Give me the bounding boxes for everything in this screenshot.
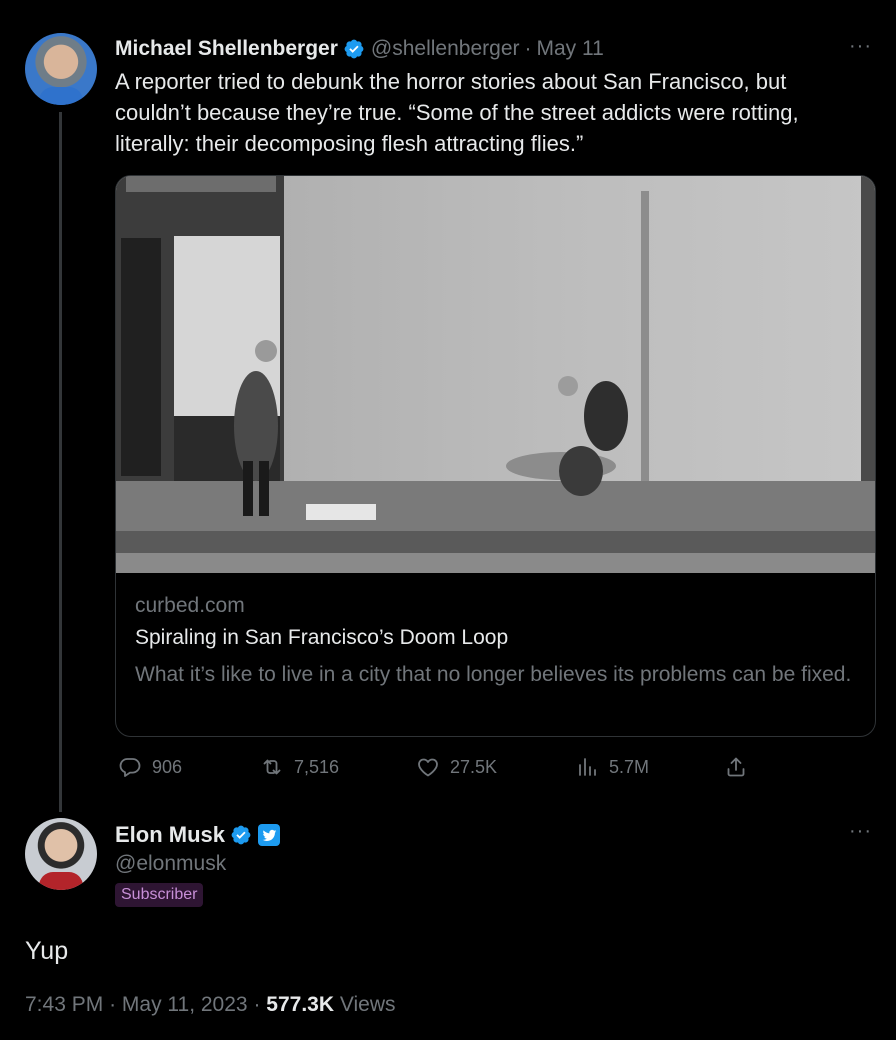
tweet-meta: 7:43 PM · May 11, 2023 · 577.3K Views xyxy=(25,993,396,1017)
views-label: Views xyxy=(339,993,396,1016)
twitter-badge-icon xyxy=(258,824,281,846)
avatar[interactable] xyxy=(25,818,97,890)
tweet-time[interactable]: 7:43 PM xyxy=(25,993,103,1016)
tweet-date[interactable]: May 11 xyxy=(537,37,604,61)
reply-tweet-header: Elon Musk xyxy=(115,820,281,850)
avatar[interactable] xyxy=(25,33,97,105)
retweet-button[interactable]: 7,516 xyxy=(260,755,339,779)
like-icon xyxy=(418,758,438,777)
author-name[interactable]: Michael Shellenberger xyxy=(115,37,338,61)
retweet-count: 7,516 xyxy=(294,756,340,777)
separator-dot: · xyxy=(253,993,261,1016)
separator-dot: · xyxy=(109,993,117,1016)
views-count[interactable]: 577.3K xyxy=(266,993,334,1016)
verified-icon xyxy=(344,39,364,59)
views-button[interactable]: 5.7M xyxy=(575,755,649,779)
tweet-page: Michael Shellenberger @shellenberger · M… xyxy=(0,0,896,1040)
card-domain: curbed.com xyxy=(135,594,245,617)
tweet-text: Yup xyxy=(25,937,69,965)
parent-tweet-header: Michael Shellenberger @shellenberger · M… xyxy=(115,34,604,64)
thread-connector-line xyxy=(59,112,62,812)
reply-icon xyxy=(119,758,141,777)
share-button[interactable] xyxy=(724,755,748,779)
more-icon[interactable]: ··· xyxy=(849,821,872,841)
like-button[interactable]: 27.5K xyxy=(416,755,497,779)
views-count: 5.7M xyxy=(609,756,650,777)
reply-count: 906 xyxy=(152,756,183,777)
like-count: 27.5K xyxy=(450,756,498,777)
more-icon[interactable]: ··· xyxy=(849,36,872,56)
subscriber-badge: Subscriber xyxy=(115,883,204,907)
card-title[interactable]: Spiraling in San Francisco’s Doom Loop xyxy=(135,626,508,650)
reply-button[interactable]: 906 xyxy=(118,755,182,779)
tweet-text: A reporter tried to debunk the horror st… xyxy=(115,69,799,156)
author-handle[interactable]: @shellenberger xyxy=(371,37,520,61)
action-bar: 906 7,516 27.5K 5.7M xyxy=(115,755,765,785)
card-description: What it’s like to live in a city that no… xyxy=(135,663,852,686)
separator-dot: · xyxy=(524,37,532,60)
retweet-icon xyxy=(263,759,281,775)
link-card[interactable]: curbed.com Spiraling in San Francisco’s … xyxy=(115,175,876,737)
views-icon xyxy=(579,758,596,776)
author-name[interactable]: Elon Musk xyxy=(115,822,225,848)
verified-icon xyxy=(231,825,251,845)
author-handle[interactable]: @elonmusk xyxy=(115,852,226,876)
card-image[interactable] xyxy=(116,176,875,573)
share-icon xyxy=(727,757,745,777)
tweet-date[interactable]: May 11, 2023 xyxy=(122,993,248,1016)
